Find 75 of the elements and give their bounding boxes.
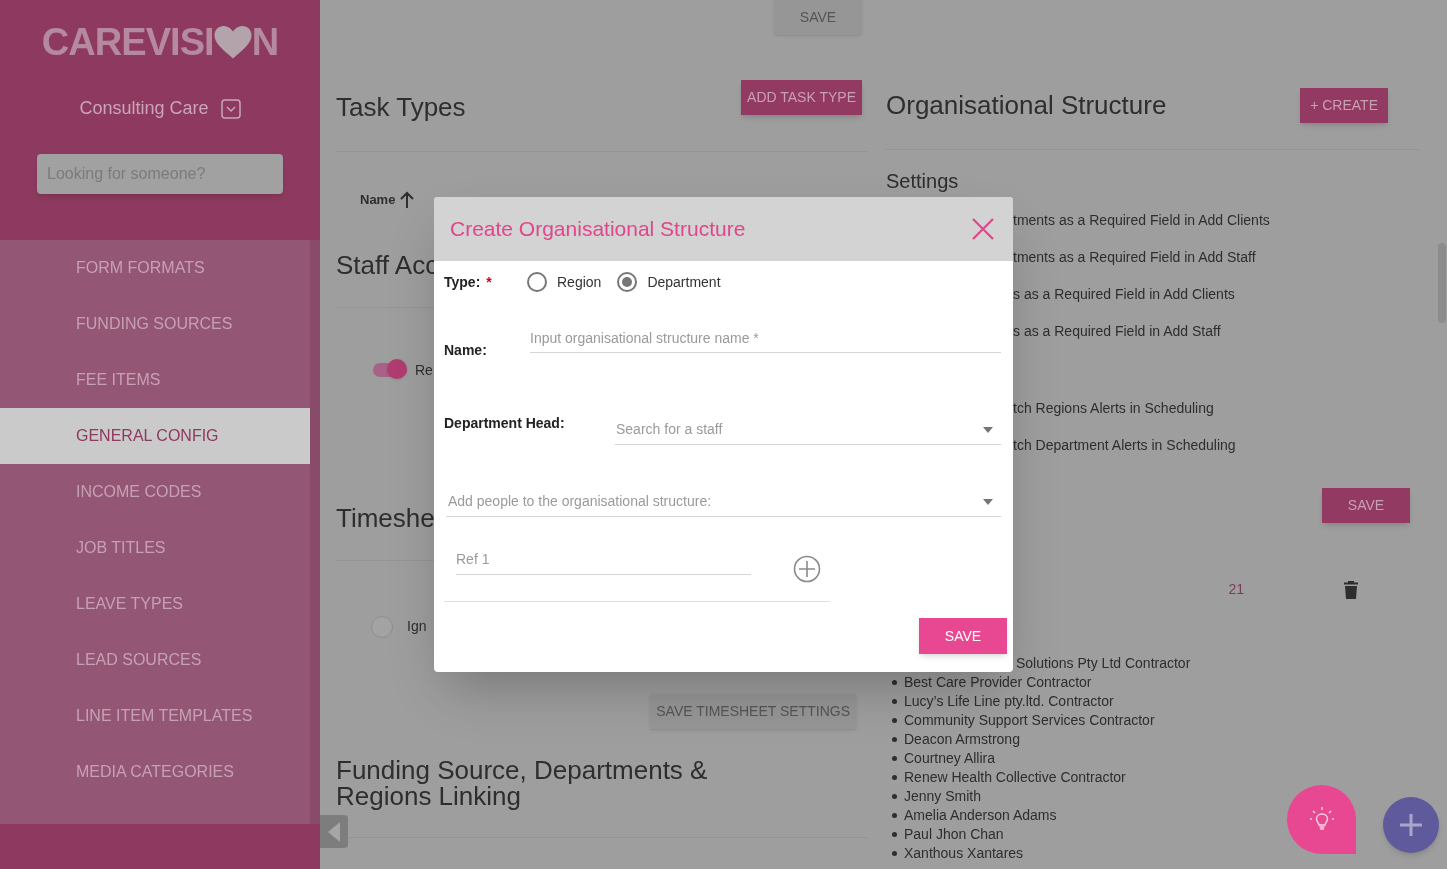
list-item: Best Care Provider Contractor	[904, 673, 1092, 692]
bullet-icon	[892, 851, 897, 856]
column-header[interactable]: Name	[360, 190, 396, 210]
name-field[interactable]: Input organisational structure name *	[530, 323, 1001, 353]
create-button[interactable]: + CREATE	[1300, 88, 1388, 123]
add-circle-icon[interactable]	[793, 555, 821, 583]
heart-icon	[213, 25, 252, 60]
bullet-icon	[892, 775, 897, 780]
field-label: Type:	[444, 272, 481, 292]
field-label: Name:	[444, 341, 488, 360]
list-item: Lucy’s Life Line pty.ltd. Contractor	[904, 692, 1114, 711]
nav-item[interactable]: MEDIA CATEGORIES	[0, 744, 310, 800]
nav-item[interactable]: LINE ITEM TEMPLATES	[0, 688, 310, 744]
trash-icon[interactable]	[1344, 580, 1358, 599]
list-item: Courtney Allira	[904, 749, 996, 768]
bullet-icon	[892, 699, 897, 704]
list-item: Paul Jhon Chan	[904, 825, 1004, 844]
bullet-icon	[892, 794, 897, 799]
setting-label: tments as a Required Field in Add Staff	[1013, 248, 1257, 267]
list-item: Renew Health Collective Contractor	[904, 768, 1126, 787]
nav-item[interactable]: FUNDING SOURCES	[0, 296, 310, 352]
nav-item[interactable]: FORM FORMATS	[0, 240, 310, 296]
setting-label: tch Department Alerts in Scheduling	[1013, 436, 1237, 455]
bullet-icon	[892, 756, 897, 761]
nav-item[interactable]: LEAD SOURCES	[0, 632, 310, 688]
section-title: Timeshe	[336, 502, 435, 533]
triangle-left-icon	[328, 821, 340, 842]
bullet-icon	[892, 680, 897, 685]
section-title: Funding Source, Departments & Regions Linking	[336, 756, 709, 809]
setting-label: tch Regions Alerts in Scheduling	[1013, 399, 1215, 418]
settings-heading: Settings	[886, 169, 960, 194]
save-button[interactable]: SAVE	[919, 618, 1007, 654]
department-head-select[interactable]: Search for a staff	[615, 415, 1001, 445]
list-item: Community Support Services Contractor	[904, 711, 1155, 730]
list-item: Amelia Anderson Adams	[904, 806, 1057, 825]
list-item: Jenny Smith	[904, 787, 982, 806]
section-title: Task Types	[336, 91, 466, 124]
count: 21	[1228, 580, 1244, 599]
option-label: Ign	[407, 617, 427, 636]
arrow-up-icon	[399, 190, 416, 209]
list-item: Deacon Armstrong	[904, 730, 1020, 749]
add-button[interactable]	[1383, 797, 1439, 853]
bullet-icon	[892, 718, 897, 723]
people-select[interactable]: Add people to the organisational structure:	[446, 487, 1001, 517]
setting-label: tments as a Required Field in Add Clients	[1013, 211, 1271, 230]
save-button[interactable]: SAVE	[1322, 488, 1410, 523]
nav-item[interactable]: GENERAL CONFIG	[0, 408, 310, 464]
organisation-switcher[interactable]: Consulting Care	[79, 95, 241, 122]
required-mark: *	[486, 272, 492, 292]
nav-item[interactable]: FEE ITEMS	[0, 352, 310, 408]
logo: CAREVISI N	[41, 20, 279, 65]
bullet-icon	[892, 832, 897, 837]
list-item: Xanthous Xantares	[904, 844, 1024, 863]
list-item: Solutions Pty Ltd Contractor	[1015, 654, 1192, 673]
reference-field[interactable]: Ref 1	[456, 543, 751, 575]
bullet-icon	[892, 737, 897, 742]
setting-label: s as a Required Field in Add Clients	[1013, 285, 1236, 304]
close-button[interactable]	[971, 217, 995, 241]
section-title: Organisational Structure	[886, 89, 1167, 122]
chevron-down-icon	[220, 98, 241, 119]
add-task-type-button[interactable]: ADD TASK TYPE	[741, 80, 862, 115]
plus-icon	[1400, 814, 1422, 836]
field-label: Department Head:	[444, 414, 566, 433]
toggle-label: Re	[415, 360, 433, 380]
collapse-sidebar-button[interactable]	[320, 815, 348, 848]
nav-item[interactable]: JOB TITLES	[0, 520, 310, 576]
nav-item[interactable]: INCOME CODES	[0, 464, 310, 520]
radio-option[interactable]: Region	[527, 271, 602, 293]
nav-item[interactable]: LEAVE TYPES	[0, 576, 310, 632]
dialog-title: Create Organisational Structure	[450, 216, 746, 243]
bullet-icon	[892, 813, 897, 818]
setting-label: s as a Required Field in Add Staff	[1013, 322, 1222, 341]
dropdown-caret-icon	[983, 426, 993, 433]
radio-option[interactable]: Department	[617, 271, 721, 293]
dropdown-caret-icon	[983, 498, 993, 505]
